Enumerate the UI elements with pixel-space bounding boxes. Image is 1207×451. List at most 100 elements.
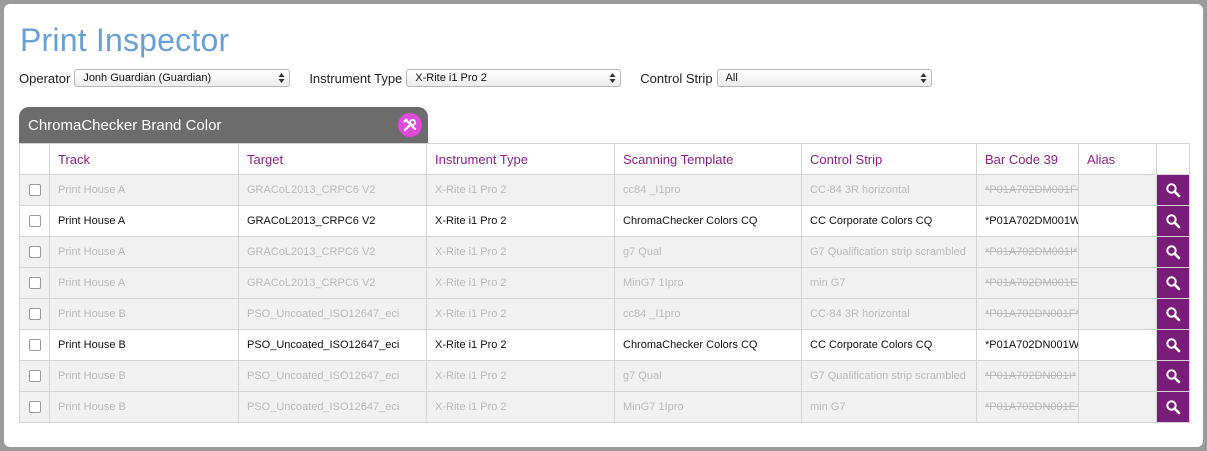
cell-track: Print House B: [49, 298, 239, 330]
cell-alias: [1078, 174, 1157, 206]
print-inspector-panel: Print Inspector Operator Jonh Guardian (…: [4, 4, 1203, 447]
row-checkbox[interactable]: [28, 277, 41, 290]
row-inspect-button[interactable]: [1156, 174, 1190, 206]
cell-barcode: *P01A702DM001W*: [976, 205, 1079, 237]
cell-barcode: *P01A702DN001I*: [976, 360, 1079, 392]
cell-alias: [1078, 391, 1157, 423]
cell-barcode: *P01A702DM001F*: [976, 174, 1079, 206]
cell-track: Print House B: [49, 329, 239, 361]
operator-label: Operator: [19, 70, 71, 86]
row-inspect-button[interactable]: [1156, 205, 1190, 237]
updown-arrows-icon: [920, 73, 927, 83]
operator-select[interactable]: Jonh Guardian (Guardian): [74, 69, 291, 87]
row-checkbox[interactable]: [28, 339, 41, 352]
operator-select-value: Jonh Guardian (Guardian): [83, 72, 212, 84]
control-strip-select[interactable]: All: [716, 69, 932, 87]
magnifier-icon: [1158, 238, 1189, 267]
cell-track: Print House A: [49, 236, 239, 268]
cell-target: PSO_Uncoated_ISO12647_eci: [238, 329, 427, 361]
row-checkbox-cell: [19, 360, 50, 392]
cell-instrument: X-Rite i1 Pro 2: [426, 236, 615, 268]
cell-target: GRACoL2013_CRPC6 V2: [238, 205, 427, 237]
cell-target: GRACoL2013_CRPC6 V2: [238, 236, 427, 268]
cell-target: GRACoL2013_CRPC6 V2: [238, 267, 427, 299]
row-checkbox-cell: [19, 236, 50, 268]
table-row[interactable]: Print House A GRACoL2013_CRPC6 V2 X-Rite i…: [19, 236, 1190, 268]
cell-strip: CC-84 3R horizontal: [801, 174, 977, 206]
updown-arrows-icon: [609, 73, 616, 83]
row-checkbox[interactable]: [28, 215, 41, 228]
magnifier-icon: [1158, 176, 1189, 205]
header-scanning-template[interactable]: Scanning Template: [614, 143, 802, 175]
cell-strip: min G7: [801, 267, 977, 299]
instrument-type-select[interactable]: X-Rite i1 Pro 2: [406, 69, 622, 87]
header-target[interactable]: Target: [238, 143, 427, 175]
table-body: Print House A GRACoL2013_CRPC6 V2 X-Rite i…: [19, 174, 1190, 423]
row-checkbox[interactable]: [28, 308, 41, 321]
row-checkbox[interactable]: [28, 370, 41, 383]
table-row[interactable]: Print House B PSO_Uncoated_ISO12647_eci X-…: [19, 298, 1190, 330]
row-inspect-button[interactable]: [1156, 298, 1190, 330]
tools-button[interactable]: [398, 113, 422, 137]
instrument-type-label: Instrument Type: [309, 70, 403, 86]
cell-alias: [1078, 205, 1157, 237]
header-control-strip[interactable]: Control Strip: [801, 143, 977, 175]
cell-instrument: X-Rite i1 Pro 2: [426, 329, 615, 361]
table-row[interactable]: Print House A GRACoL2013_CRPC6 V2 X-Rite i…: [19, 205, 1190, 237]
header-bar-code[interactable]: Bar Code 39: [976, 143, 1079, 175]
row-checkbox-cell: [19, 205, 50, 237]
row-inspect-button[interactable]: [1156, 236, 1190, 268]
cell-instrument: X-Rite i1 Pro 2: [426, 360, 615, 392]
control-strip-select-value: All: [725, 72, 738, 84]
cell-target: PSO_Uncoated_ISO12647_eci: [238, 360, 427, 392]
cell-track: Print House A: [49, 267, 239, 299]
row-checkbox-cell: [19, 267, 50, 299]
header-action-column: [1156, 143, 1190, 175]
row-checkbox-cell: [19, 391, 50, 423]
filter-bar: Operator Jonh Guardian (Guardian) Instru…: [19, 68, 932, 88]
cell-barcode: *P01A702DM001I*: [976, 236, 1079, 268]
header-instrument-type[interactable]: Instrument Type: [426, 143, 615, 175]
row-checkbox[interactable]: [28, 401, 41, 414]
table-row[interactable]: Print House B PSO_Uncoated_ISO12647_eci X-…: [19, 329, 1190, 361]
cell-barcode: *P01A702DN001F*: [976, 298, 1079, 330]
table-row[interactable]: Print House A GRACoL2013_CRPC6 V2 X-Rite i…: [19, 267, 1190, 299]
row-inspect-button[interactable]: [1156, 391, 1190, 423]
cell-instrument: X-Rite i1 Pro 2: [426, 267, 615, 299]
cell-template: ChromaChecker Colors CQ: [614, 205, 802, 237]
table-row[interactable]: Print House B PSO_Uncoated_ISO12647_eci X-…: [19, 391, 1190, 423]
cell-track: Print House B: [49, 391, 239, 423]
row-checkbox[interactable]: [28, 184, 41, 197]
cell-strip: CC-84 3R horizontal: [801, 298, 977, 330]
header-alias[interactable]: Alias: [1078, 143, 1157, 175]
table-row[interactable]: Print House B PSO_Uncoated_ISO12647_eci X-…: [19, 360, 1190, 392]
cell-alias: [1078, 236, 1157, 268]
cell-barcode: *P01A702DN001W*: [976, 329, 1079, 361]
cell-alias: [1078, 360, 1157, 392]
magnifier-icon: [1158, 362, 1189, 391]
cell-template: cc84 _I1pro: [614, 174, 802, 206]
instrument-type-select-value: X-Rite i1 Pro 2: [415, 72, 487, 84]
cell-barcode: *P01A702DM001E*: [976, 267, 1079, 299]
cell-instrument: X-Rite i1 Pro 2: [426, 298, 615, 330]
header-track[interactable]: Track: [49, 143, 239, 175]
cell-template: g7 Qual: [614, 360, 802, 392]
brand-color-tab[interactable]: ChromaChecker Brand Color: [19, 107, 428, 143]
cell-target: GRACoL2013_CRPC6 V2: [238, 174, 427, 206]
row-checkbox-cell: [19, 174, 50, 206]
row-checkbox-cell: [19, 329, 50, 361]
magnifier-icon: [1158, 331, 1189, 360]
table-row[interactable]: Print House A GRACoL2013_CRPC6 V2 X-Rite i…: [19, 174, 1190, 206]
tracks-table: Track Target Instrument Type Scanning Te…: [19, 143, 1190, 423]
row-checkbox[interactable]: [28, 246, 41, 259]
cell-target: PSO_Uncoated_ISO12647_eci: [238, 298, 427, 330]
cell-alias: [1078, 298, 1157, 330]
cell-strip: G7 Qualification strip scrambled: [801, 360, 977, 392]
row-inspect-button[interactable]: [1156, 360, 1190, 392]
cell-template: ChromaChecker Colors CQ: [614, 329, 802, 361]
row-inspect-button[interactable]: [1156, 267, 1190, 299]
cell-template: cc84 _I1pro: [614, 298, 802, 330]
row-inspect-button[interactable]: [1156, 329, 1190, 361]
cell-strip: CC Corporate Colors CQ: [801, 205, 977, 237]
magnifier-icon: [1158, 393, 1189, 422]
